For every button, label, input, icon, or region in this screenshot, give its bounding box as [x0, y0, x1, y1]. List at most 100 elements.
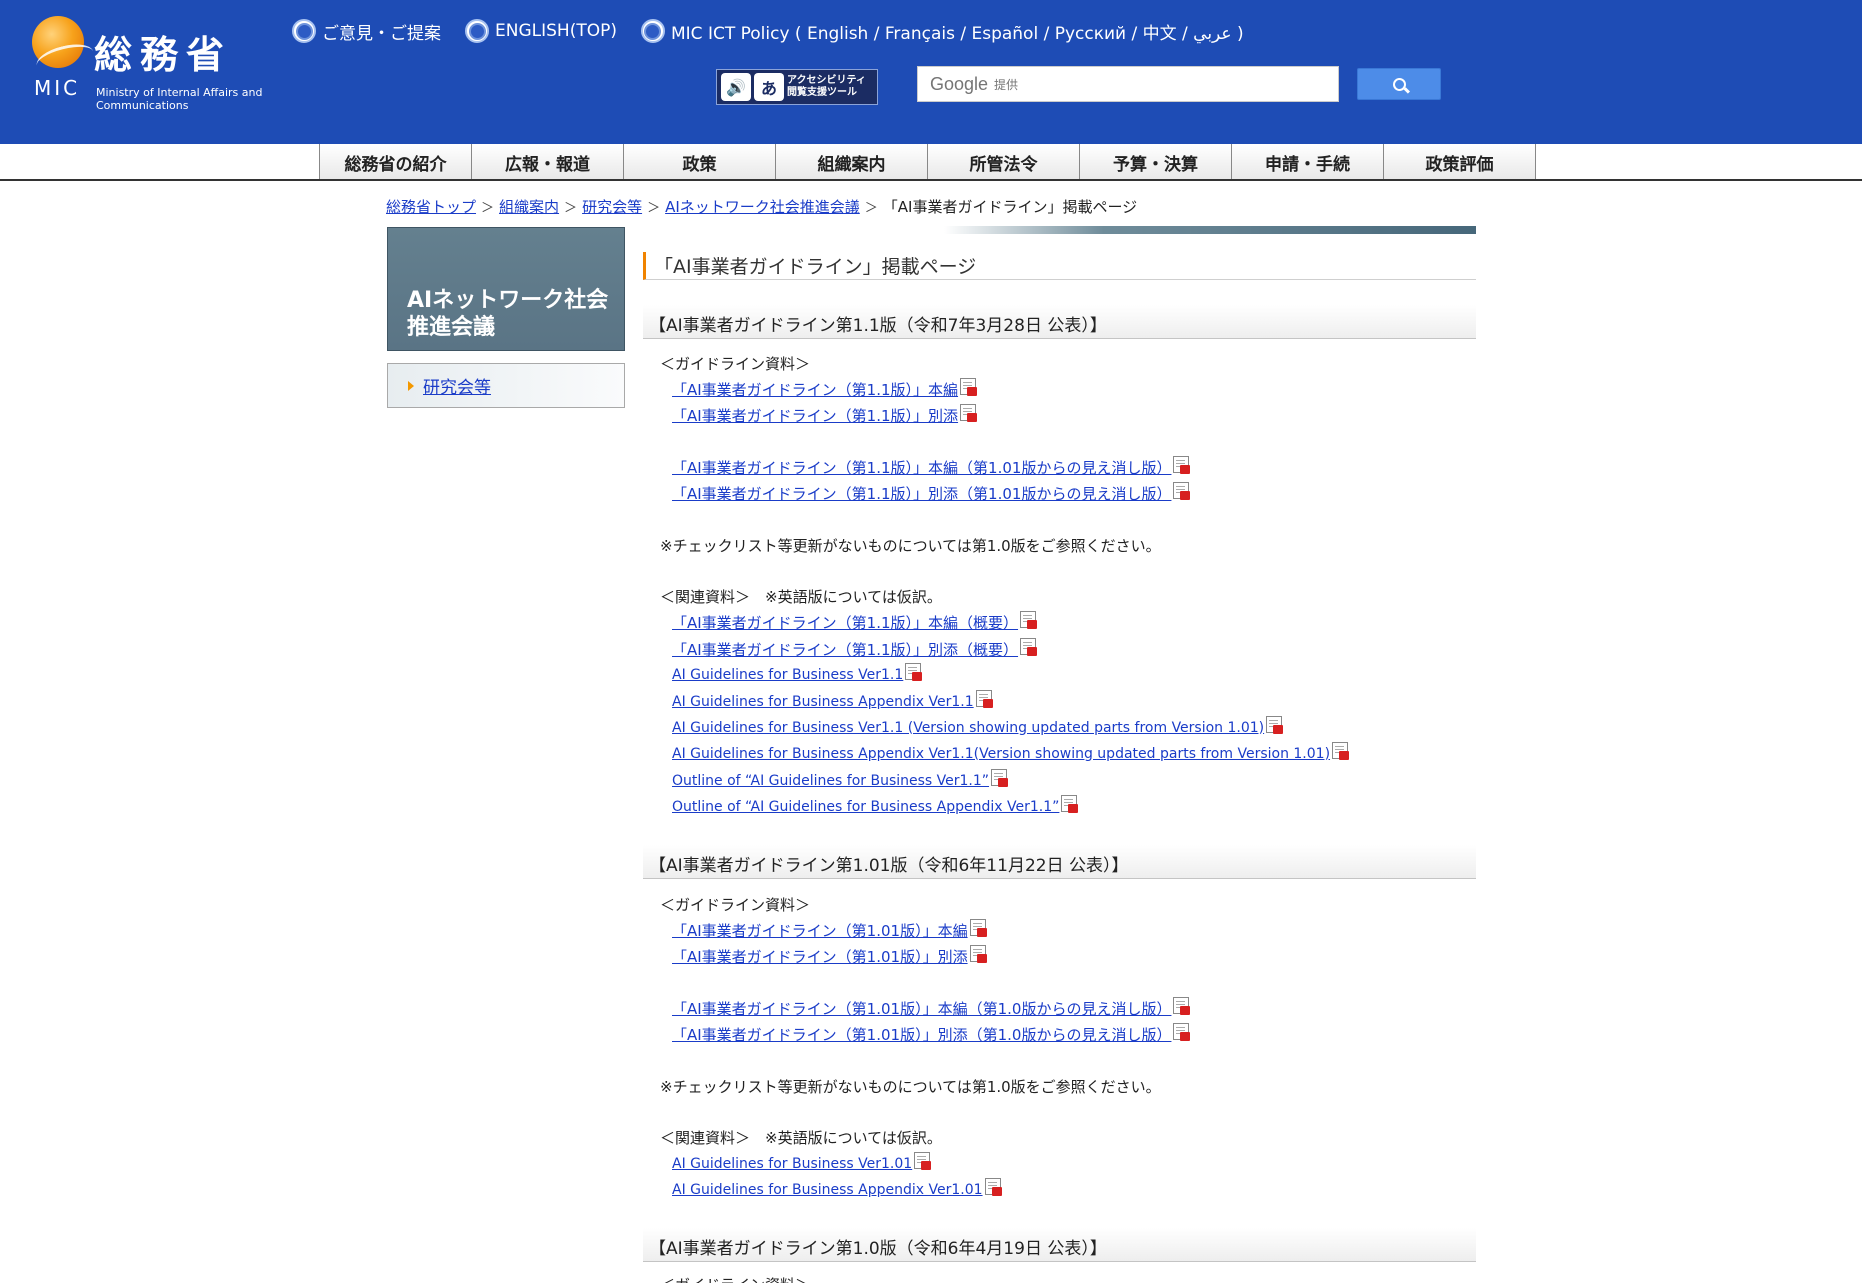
doc-link-text[interactable]: Outline of “AI Guidelines for Business V…: [672, 773, 989, 789]
breadcrumb-separator: ＞: [564, 201, 578, 216]
doc-link-text[interactable]: 「AI事業者ガイドライン（第1.1版）」本編: [672, 379, 958, 400]
nav-about[interactable]: 総務省の紹介: [320, 144, 472, 180]
doc-link-text[interactable]: 「AI事業者ガイドライン（第1.01版）」別添（第1.0版からの見え消し版）: [672, 1024, 1171, 1045]
doc-link[interactable]: Outline of “AI Guidelines for Business A…: [672, 795, 1079, 815]
accessibility-tool-line2: 閲覧支援ツール: [787, 87, 857, 98]
breadcrumb: 総務省トップ ＞ 組織案内 ＞ 研究会等 ＞ AIネットワーク社会推進会議 ＞ …: [386, 196, 1137, 217]
doc-link[interactable]: 「AI事業者ガイドライン（第1.1版）」別添（概要）: [672, 638, 1038, 660]
doc-link-text[interactable]: 「AI事業者ガイドライン（第1.01版）」本編（第1.0版からの見え消し版）: [672, 998, 1171, 1019]
pdf-icon: [905, 663, 923, 681]
global-nav: 総務省の紹介 広報・報道 政策 組織案内 所管法令 予算・決算 申請・手続 政策…: [319, 144, 1536, 180]
top-link-english[interactable]: ENGLISH(TOP): [465, 19, 617, 43]
doc-link-text[interactable]: 「AI事業者ガイドライン（第1.1版）」別添（第1.01版からの見え消し版）: [672, 483, 1171, 504]
top-link-label: ご意見・ご提案: [322, 23, 441, 44]
hiragana-a-icon: あ: [754, 73, 784, 101]
pdf-icon: [960, 378, 978, 396]
doc-link-text[interactable]: Outline of “AI Guidelines for Business A…: [672, 799, 1059, 815]
sidebar-title: AIネットワーク社会 推進会議: [387, 227, 625, 351]
mic-logo[interactable]: 総務省 MIC Ministry of Internal Affairs and…: [32, 14, 272, 112]
radio-bullet-icon: [640, 19, 665, 43]
pdf-icon: [1173, 456, 1191, 474]
nav-press[interactable]: 広報・報道: [472, 144, 624, 180]
nav-policy[interactable]: 政策: [624, 144, 776, 180]
sidebar-title-line1: AIネットワーク社会: [407, 288, 609, 313]
doc-link-text[interactable]: 「AI事業者ガイドライン（第1.1版）」別添: [672, 405, 958, 426]
note-text: ※チェックリスト等更新がないものについては第1.0版をご参照ください。: [660, 537, 1161, 555]
breadcrumb-organization[interactable]: 組織案内: [499, 196, 559, 217]
accessibility-tool-label: アクセシビリティ 閲覧支援ツール: [787, 75, 866, 99]
nav-applications[interactable]: 申請・手続: [1232, 144, 1384, 180]
doc-link[interactable]: 「AI事業者ガイドライン（第1.1版）」本編（概要）: [672, 611, 1038, 633]
doc-link-text[interactable]: 「AI事業者ガイドライン（第1.01版）」別添: [672, 946, 968, 967]
sidebar-title-line2: 推進会議: [407, 315, 496, 340]
nav-laws[interactable]: 所管法令: [928, 144, 1080, 180]
nav-evaluation[interactable]: 政策評価: [1384, 144, 1536, 180]
breadcrumb-separator: ＞: [864, 201, 878, 216]
breadcrumb-separator: ＞: [481, 201, 495, 216]
radio-bullet-icon: [292, 19, 316, 43]
pdf-icon: [1061, 795, 1079, 813]
doc-link[interactable]: AI Guidelines for Business Appendix Ver1…: [672, 1178, 1002, 1198]
radio-bullet-icon: [465, 19, 489, 43]
doc-link[interactable]: 「AI事業者ガイドライン（第1.01版）」本編: [672, 919, 987, 941]
doc-link[interactable]: 「AI事業者ガイドライン（第1.1版）」別添: [672, 404, 978, 426]
breadcrumb-separator: ＞: [647, 201, 661, 216]
pdf-icon: [914, 1152, 932, 1170]
site-header: 総務省 MIC Ministry of Internal Affairs and…: [0, 0, 1862, 144]
section-heading: 【AI事業者ガイドライン第1.1版（令和7年3月28日 公表）】: [643, 305, 1476, 339]
speaker-icon: 🔊: [721, 73, 751, 101]
breadcrumb-current: 「AI事業者ガイドライン」掲載ページ: [882, 198, 1138, 216]
doc-link-text[interactable]: 「AI事業者ガイドライン（第1.1版）」別添（概要）: [672, 639, 1018, 660]
sidebar-link[interactable]: 研究会等: [423, 373, 491, 398]
doc-link-text[interactable]: AI Guidelines for Business Ver1.1: [672, 667, 903, 683]
doc-link[interactable]: 「AI事業者ガイドライン（第1.1版）」本編: [672, 378, 978, 400]
doc-link-text[interactable]: AI Guidelines for Business Ver1.01: [672, 1156, 912, 1172]
sidebar-item-study-groups[interactable]: 研究会等: [387, 363, 625, 408]
related-label: ＜関連資料＞ ※英語版については仮訳。: [660, 588, 942, 606]
doc-link[interactable]: 「AI事業者ガイドライン（第1.1版）」別添（第1.01版からの見え消し版）: [672, 482, 1191, 504]
nav-organization[interactable]: 組織案内: [776, 144, 928, 180]
doc-link[interactable]: AI Guidelines for Business Appendix Ver1…: [672, 690, 993, 710]
search-icon: [1392, 77, 1406, 91]
logo-full-name: Ministry of Internal Affairs and Communi…: [96, 86, 263, 112]
doc-link-text[interactable]: AI Guidelines for Business Appendix Ver1…: [672, 746, 1330, 762]
doc-link[interactable]: 「AI事業者ガイドライン（第1.1版）」本編（第1.01版からの見え消し版）: [672, 456, 1191, 478]
accessibility-tool-button[interactable]: 🔊 あ アクセシビリティ 閲覧支援ツール: [716, 69, 878, 105]
doc-link[interactable]: 「AI事業者ガイドライン（第1.01版）」本編（第1.0版からの見え消し版）: [672, 997, 1191, 1019]
breadcrumb-top[interactable]: 総務省トップ: [386, 196, 476, 217]
doc-link[interactable]: AI Guidelines for Business Appendix Ver1…: [672, 742, 1350, 762]
nav-budget[interactable]: 予算・決算: [1080, 144, 1232, 180]
pdf-icon: [969, 919, 987, 937]
doc-link-text[interactable]: AI Guidelines for Business Appendix Ver1…: [672, 694, 974, 710]
doc-link-text[interactable]: AI Guidelines for Business Appendix Ver1…: [672, 1182, 983, 1198]
doc-link[interactable]: AI Guidelines for Business Ver1.1 (Versi…: [672, 716, 1284, 736]
search-brand-suffix: 提供: [994, 77, 1019, 92]
breadcrumb-ai-network[interactable]: AIネットワーク社会推進会議: [665, 196, 860, 217]
search-input[interactable]: Google 提供: [917, 66, 1339, 102]
doc-link[interactable]: 「AI事業者ガイドライン（第1.01版）」別添: [672, 945, 987, 967]
pdf-icon: [1266, 716, 1284, 734]
guideline-label: ＜ガイドライン資料＞: [660, 1274, 810, 1283]
doc-link-text[interactable]: 「AI事業者ガイドライン（第1.1版）」本編（第1.01版からの見え消し版）: [672, 457, 1171, 478]
top-link-ict-policy[interactable]: MIC ICT Policy ( English / Français / Es…: [640, 19, 1244, 44]
search-button[interactable]: [1357, 68, 1441, 100]
doc-link[interactable]: AI Guidelines for Business Ver1.1: [672, 663, 923, 683]
doc-link[interactable]: AI Guidelines for Business Ver1.01: [672, 1152, 932, 1172]
doc-link-text[interactable]: AI Guidelines for Business Ver1.1 (Versi…: [672, 720, 1264, 736]
pdf-icon: [969, 945, 987, 963]
doc-link-text[interactable]: 「AI事業者ガイドライン（第1.1版）」本編（概要）: [672, 612, 1018, 633]
pdf-icon: [1332, 742, 1350, 760]
pdf-icon: [1173, 997, 1191, 1015]
doc-link[interactable]: Outline of “AI Guidelines for Business V…: [672, 769, 1009, 789]
top-link-label: ENGLISH(TOP): [495, 21, 617, 41]
breadcrumb-study-groups[interactable]: 研究会等: [582, 196, 642, 217]
doc-link-text[interactable]: 「AI事業者ガイドライン（第1.01版）」本編: [672, 920, 968, 941]
pdf-icon: [991, 769, 1009, 787]
nav-divider: [0, 179, 1862, 181]
pdf-icon: [975, 690, 993, 708]
doc-link[interactable]: 「AI事業者ガイドライン（第1.01版）」別添（第1.0版からの見え消し版）: [672, 1023, 1191, 1045]
top-link-opinion[interactable]: ご意見・ご提案: [292, 19, 441, 44]
note-text: ※チェックリスト等更新がないものについては第1.0版をご参照ください。: [660, 1078, 1161, 1096]
guideline-label: ＜ガイドライン資料＞: [660, 355, 811, 373]
pdf-icon: [1020, 611, 1038, 629]
